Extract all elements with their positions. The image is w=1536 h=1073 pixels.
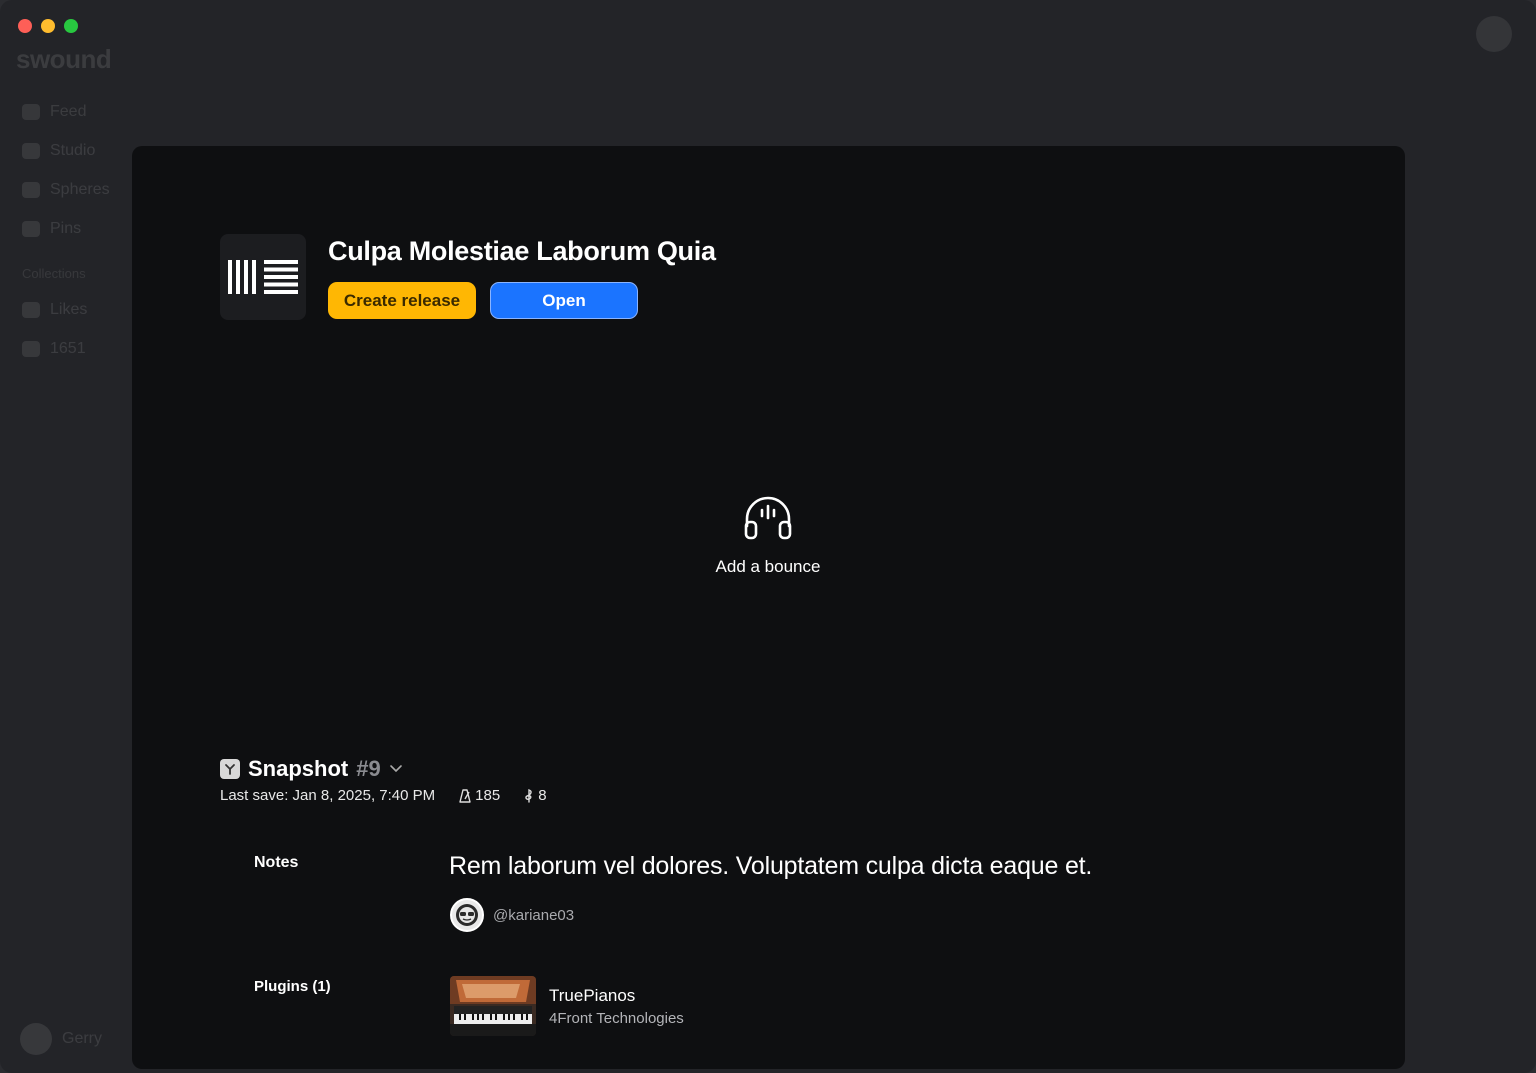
piano-thumbnail (450, 976, 536, 1036)
plugin-name: TruePianos (549, 985, 636, 1005)
tempo-value: 185 (475, 787, 501, 804)
chevron-down-icon[interactable] (389, 760, 403, 778)
studio-icon (22, 142, 40, 159)
snapshot-meta: Last save: Jan 8, 2025, 7:40 PM 185 8 (220, 787, 547, 804)
window-controls (18, 19, 78, 33)
ableton-live-icon (220, 234, 306, 320)
plugin-item[interactable]: TruePianos 4Front Technologies (450, 976, 684, 1036)
pin-icon (22, 220, 40, 237)
snapshot-icon (220, 759, 240, 779)
spheres-icon (22, 181, 40, 198)
sidebar-item-feed[interactable]: Feed (22, 92, 110, 131)
zoom-window-button[interactable] (64, 19, 78, 33)
sidebar-item-label: Spheres (50, 180, 110, 198)
sidebar-item-label: 1651 (50, 339, 86, 357)
clef-icon (524, 788, 534, 803)
sidebar-item-label: Feed (50, 102, 87, 120)
sidebar-item-spheres[interactable]: Spheres (22, 170, 110, 209)
snapshot-number: #9 (356, 756, 381, 781)
plugin-vendor: 4Front Technologies (549, 1009, 684, 1027)
key-value: 8 (538, 787, 547, 804)
last-save-value: Jan 8, 2025, 7:40 PM (292, 787, 436, 804)
notes-label: Notes (254, 854, 299, 871)
note-author[interactable]: @kariane03 (450, 898, 574, 932)
metronome-icon (459, 788, 471, 803)
author-avatar (450, 898, 484, 932)
brand-logo: swound (16, 44, 112, 74)
create-release-button[interactable]: Create release (328, 282, 476, 319)
feed-icon (22, 103, 40, 120)
add-bounce-label: Add a bounce (715, 557, 821, 576)
sidebar-item-likes[interactable]: Likes (22, 290, 110, 329)
plugins-label: Plugins (1) (254, 978, 331, 995)
minimize-window-button[interactable] (41, 19, 55, 33)
sidebar-nav: Feed Studio Spheres Pins Collections Lik… (22, 92, 110, 368)
project-modal: Culpa Molestiae Laborum Quia Create rele… (132, 146, 1405, 1069)
sidebar-item-label: Studio (50, 141, 96, 159)
sidebar-item-label: Likes (50, 300, 88, 318)
open-button[interactable]: Open (490, 282, 638, 319)
snapshot-selector[interactable]: Snapshot #9 (220, 756, 403, 782)
sidebar-item-label: Pins (50, 219, 82, 237)
notes-text: Rem laborum vel dolores. Voluptatem culp… (449, 852, 1093, 880)
profile-avatar[interactable] (1476, 16, 1512, 52)
user-avatar (20, 1023, 52, 1055)
project-title: Culpa Molestiae Laborum Quia (328, 236, 716, 266)
sidebar-item-studio[interactable]: Studio (22, 131, 110, 170)
close-window-button[interactable] (18, 19, 32, 33)
author-handle: @kariane03 (493, 906, 575, 924)
snapshot-title: Snapshot (248, 756, 349, 781)
add-bounce-button[interactable]: Add a bounce (692, 492, 844, 577)
last-save-label: Last save: (220, 787, 289, 804)
sidebar-item-collection[interactable]: 1651 (22, 329, 110, 368)
sidebar-user[interactable]: Gerry (20, 1023, 102, 1055)
heart-icon (22, 301, 40, 318)
headphones-icon (742, 496, 794, 548)
user-name: Gerry (62, 1030, 102, 1047)
collections-heading: Collections (22, 266, 86, 281)
app-window: swound Feed Studio Spheres Pins Collecti… (0, 0, 1536, 1073)
note-icon (22, 340, 40, 357)
sidebar-item-pins[interactable]: Pins (22, 209, 110, 248)
